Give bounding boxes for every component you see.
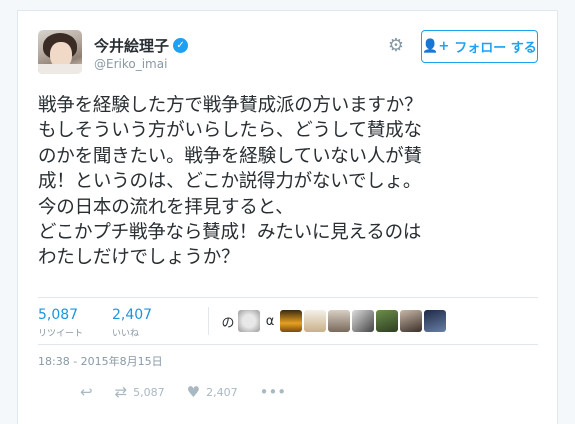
- tweet-text: 戦争を経験した方で戦争賛成派の方いますか？ もしそういう方がいらしたら、どうして…: [38, 93, 548, 271]
- display-name-text[interactable]: 今井絵理子: [94, 35, 169, 56]
- like-count[interactable]: 2,407: [112, 307, 152, 323]
- liker-avatar[interactable]: [424, 310, 446, 332]
- tweet-stats: 5,087 リツイート 2,407 いいね の α: [38, 297, 538, 345]
- tweet-card: 今井絵理子 ✓ @Eriko_imai ⚙ 👤+ フォロー する 戦争を経験した…: [17, 10, 558, 424]
- reply-button[interactable]: ↩: [80, 383, 93, 401]
- tweet-line: 成！というのは、どこか説得力がないでしょ。: [38, 171, 422, 193]
- liker-avatar[interactable]: [328, 310, 350, 332]
- like-action-count: 2,407: [206, 385, 238, 399]
- stats-divider: [208, 307, 209, 335]
- follow-button[interactable]: 👤+ フォロー する: [421, 30, 538, 63]
- retweet-button[interactable]: ⇄ 5,087: [115, 383, 165, 401]
- liker-avatar[interactable]: [376, 310, 398, 332]
- retweet-count[interactable]: 5,087: [38, 307, 83, 323]
- retweet-icon: ⇄: [114, 383, 128, 401]
- liker-avatar[interactable]: [280, 310, 302, 332]
- retweet-action-count: 5,087: [133, 385, 165, 399]
- retweet-label: リツイート: [38, 329, 84, 339]
- retweet-stat[interactable]: 5,087 リツイート: [38, 307, 83, 339]
- liker-avatar[interactable]: [400, 310, 422, 332]
- tweet-line: のかを聞きたい。戦争を経験していない人が賛: [38, 145, 422, 167]
- liker-avatar[interactable]: [304, 310, 326, 332]
- avatar[interactable]: [38, 30, 82, 74]
- add-user-icon: 👤+: [422, 39, 450, 54]
- more-icon: •••: [259, 383, 287, 401]
- tweet-line: わたしだけでしょうか？: [38, 247, 240, 269]
- liker-avatar-glyph[interactable]: の: [220, 312, 236, 331]
- liker-avatars: の α: [220, 310, 446, 332]
- tweet-line: 戦争を経験した方で戦争賛成派の方いますか？: [38, 95, 423, 116]
- tweet-line: 今の日本の流れを拝見すると、: [38, 196, 294, 218]
- gear-icon[interactable]: ⚙: [387, 37, 405, 55]
- like-stat[interactable]: 2,407 いいね: [112, 307, 152, 339]
- follow-label: フォロー する: [454, 41, 537, 56]
- tweet-line: もしそういう方がいらしたら、どうして賛成な: [38, 120, 422, 142]
- verified-badge-icon: ✓: [173, 38, 189, 53]
- tweet-line: どこかプチ戦争なら賛成！みたいに見えるのは: [38, 222, 422, 244]
- more-button[interactable]: •••: [260, 383, 287, 401]
- tweet-timestamp[interactable]: 18:38 - 2015年8月15日: [38, 353, 163, 369]
- display-name[interactable]: 今井絵理子 ✓: [94, 35, 189, 56]
- top-strip: [0, 0, 575, 10]
- tweet-actions: ↩ ⇄ 5,087 ♥ 2,407 •••: [80, 383, 308, 401]
- liker-avatar-glyph[interactable]: α: [262, 314, 278, 329]
- liker-avatar[interactable]: [238, 310, 260, 332]
- reply-icon: ↩: [80, 383, 93, 401]
- like-label: いいね: [112, 329, 140, 339]
- like-button[interactable]: ♥ 2,407: [187, 383, 238, 401]
- heart-icon: ♥: [186, 383, 201, 401]
- user-handle[interactable]: @Eriko_imai: [94, 57, 167, 71]
- liker-avatar[interactable]: [352, 310, 374, 332]
